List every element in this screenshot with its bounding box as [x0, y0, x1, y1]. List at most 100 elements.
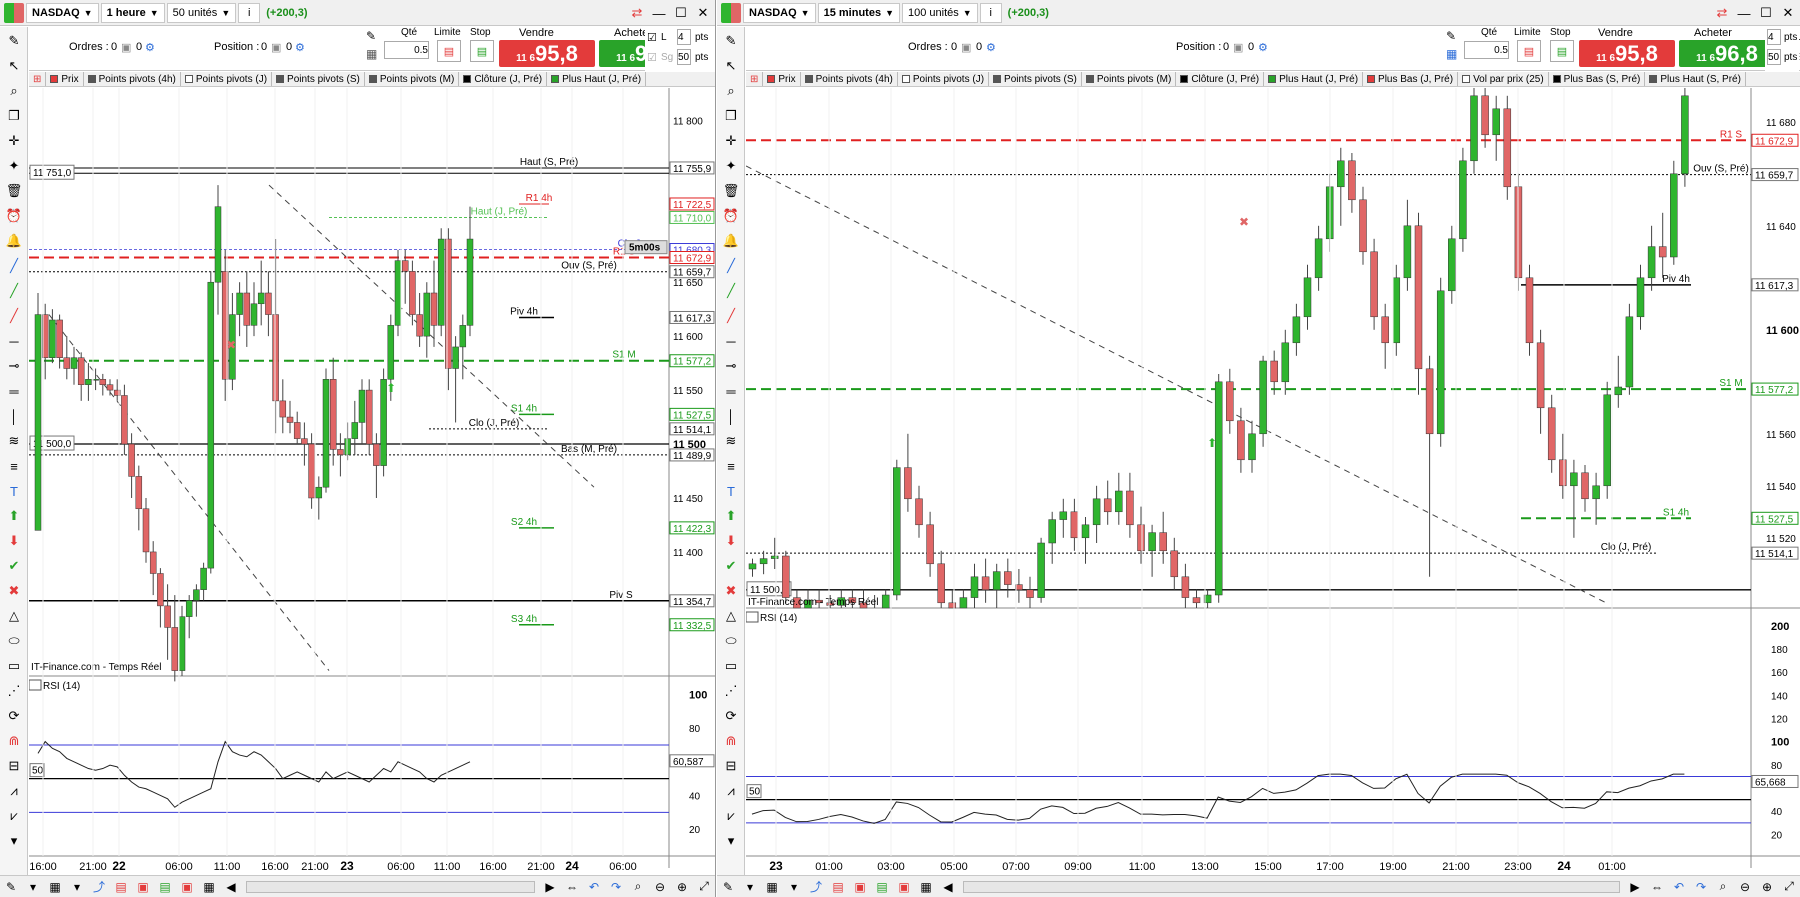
- trash-icon[interactable]: 🗑: [3, 180, 25, 202]
- cross-icon[interactable]: ✖: [720, 580, 742, 602]
- pen-icon[interactable]: ✎: [0, 877, 22, 897]
- anchor-icon[interactable]: ⊸: [720, 355, 742, 377]
- grid-icon[interactable]: ▦: [915, 877, 937, 897]
- share-icon[interactable]: ⤴: [88, 877, 110, 897]
- instrument-selector[interactable]: NASDAQ ▼: [743, 2, 816, 23]
- grid-icon[interactable]: ▦: [198, 877, 220, 897]
- sg-checkbox[interactable]: ☑: [647, 51, 657, 64]
- pts-input-1[interactable]: [677, 29, 691, 45]
- scroll-left-icon[interactable]: ◀: [220, 877, 242, 897]
- trash-icon[interactable]: 🗑: [720, 180, 742, 202]
- legend-item[interactable]: Points pivots (S): [989, 72, 1082, 86]
- text-icon[interactable]: T: [720, 480, 742, 502]
- position-icon[interactable]: ▣: [1233, 41, 1243, 54]
- pts-input-2[interactable]: [1767, 49, 1781, 65]
- level-icon[interactable]: ═: [720, 380, 742, 402]
- crosshair-icon[interactable]: ✛: [3, 130, 25, 152]
- timeframe-selector[interactable]: 15 minutes ▼: [817, 2, 900, 23]
- level-icon[interactable]: ═: [3, 380, 25, 402]
- compare-icon[interactable]: ▤: [871, 877, 893, 897]
- zoom-out-icon[interactable]: ⊖: [649, 877, 671, 897]
- magnet-icon[interactable]: ⋒: [3, 730, 25, 752]
- redo-icon[interactable]: ↷: [1690, 877, 1712, 897]
- pts-input-1[interactable]: [1767, 29, 1781, 45]
- legend-item[interactable]: Points pivots (J): [898, 72, 990, 86]
- pts-input-2[interactable]: [677, 49, 691, 65]
- wrench-icon[interactable]: ✎: [366, 29, 376, 43]
- legend-item[interactable]: Plus Bas (J, Pré): [1363, 72, 1459, 86]
- text-icon[interactable]: T: [3, 480, 25, 502]
- trend-icon[interactable]: ╱: [720, 280, 742, 302]
- legend-item[interactable]: Prix: [763, 72, 801, 86]
- zoom-in-icon[interactable]: ⊕: [671, 877, 693, 897]
- minimize-icon[interactable]: —: [1734, 3, 1754, 23]
- triangle-icon[interactable]: △: [720, 605, 742, 627]
- timeframe-selector[interactable]: 1 heure ▼: [100, 2, 165, 23]
- autoscale-icon[interactable]: ⤢: [1778, 877, 1800, 897]
- layout-icon[interactable]: ▣: [176, 877, 198, 897]
- hline-icon[interactable]: ─: [720, 330, 742, 352]
- candles-icon[interactable]: ▦: [761, 877, 783, 897]
- arrow-down-icon[interactable]: ⬇: [3, 530, 25, 552]
- close-icon[interactable]: ✕: [693, 3, 713, 23]
- arrow-up-icon[interactable]: ⬆: [720, 505, 742, 527]
- maximize-icon[interactable]: ☐: [1756, 3, 1776, 23]
- autoscale-icon[interactable]: ⤢: [693, 877, 715, 897]
- chart-type-icon[interactable]: ⩘: [3, 780, 25, 802]
- redo-icon[interactable]: ↷: [605, 877, 627, 897]
- legend-item[interactable]: Points pivots (M): [1082, 72, 1177, 86]
- fib-icon[interactable]: ≋: [3, 430, 25, 452]
- magnet-icon[interactable]: ⋒: [720, 730, 742, 752]
- alerts-icon[interactable]: ▣: [132, 877, 154, 897]
- alarm-icon[interactable]: ⏰: [720, 205, 742, 227]
- legend-item[interactable]: Plus Haut (J, Pré): [1264, 72, 1364, 86]
- ellipse-icon[interactable]: ⬭: [720, 630, 742, 652]
- dropdown-icon[interactable]: ▾: [66, 877, 88, 897]
- zoom-reset-icon[interactable]: ⌕: [1712, 877, 1734, 897]
- legend-item[interactable]: Points pivots (M): [365, 72, 460, 86]
- l-checkbox[interactable]: ☑: [647, 31, 657, 44]
- copy-icon[interactable]: ❐: [720, 105, 742, 127]
- ray-icon[interactable]: ╱: [720, 305, 742, 327]
- rect-icon[interactable]: ▭: [3, 655, 25, 677]
- pattern-icon[interactable]: ⋰: [3, 680, 25, 702]
- legend-item[interactable]: Points pivots (S): [272, 72, 365, 86]
- bell-icon[interactable]: 🔔: [720, 230, 742, 252]
- zoom-out-icon[interactable]: ⊖: [1734, 877, 1756, 897]
- calc-icon[interactable]: ▦: [1446, 47, 1457, 61]
- vline-icon[interactable]: │: [3, 405, 25, 427]
- horizontal-scrollbar[interactable]: [963, 880, 1620, 893]
- legend-item[interactable]: Plus Bas (S, Pré): [1549, 72, 1646, 86]
- measure-icon[interactable]: ⩗: [3, 805, 25, 827]
- undo-icon[interactable]: ↶: [1668, 877, 1690, 897]
- scroll-left-icon[interactable]: ◀: [937, 877, 959, 897]
- expand-icon[interactable]: ▾: [3, 830, 25, 852]
- stop-button[interactable]: ▤: [1550, 40, 1574, 62]
- triangle-icon[interactable]: △: [3, 605, 25, 627]
- channel-icon[interactable]: ≡: [720, 455, 742, 477]
- measure-icon[interactable]: ⩗: [720, 805, 742, 827]
- magic-icon[interactable]: ✦: [3, 155, 25, 177]
- layout-icon[interactable]: ▣: [893, 877, 915, 897]
- arrow-up-icon[interactable]: ⬆: [3, 505, 25, 527]
- quantity-selector[interactable]: 50 unités ▼: [166, 2, 237, 23]
- legend-add-icon[interactable]: ⊞: [29, 72, 47, 86]
- pattern-icon[interactable]: ⋰: [720, 680, 742, 702]
- position-icon[interactable]: ▣: [271, 41, 281, 54]
- dropdown-icon[interactable]: ▾: [22, 877, 44, 897]
- info-button[interactable]: i: [238, 2, 261, 23]
- magic-icon[interactable]: ✦: [720, 155, 742, 177]
- qty-input[interactable]: [1464, 41, 1509, 59]
- line-icon[interactable]: ╱: [720, 255, 742, 277]
- legend-item[interactable]: Points pivots (4h): [84, 72, 181, 86]
- legend-item[interactable]: Points pivots (4h): [801, 72, 898, 86]
- minimize-icon[interactable]: —: [649, 3, 669, 23]
- legend-item[interactable]: Prix: [46, 72, 84, 86]
- stop-button[interactable]: ▤: [470, 40, 494, 62]
- compare-icon[interactable]: ▤: [154, 877, 176, 897]
- sell-button[interactable]: 11 695,8: [499, 40, 595, 67]
- channel-icon[interactable]: ≡: [3, 455, 25, 477]
- orders-icon[interactable]: ▣: [121, 41, 131, 54]
- info-button[interactable]: i: [979, 2, 1002, 23]
- ray-icon[interactable]: ╱: [3, 305, 25, 327]
